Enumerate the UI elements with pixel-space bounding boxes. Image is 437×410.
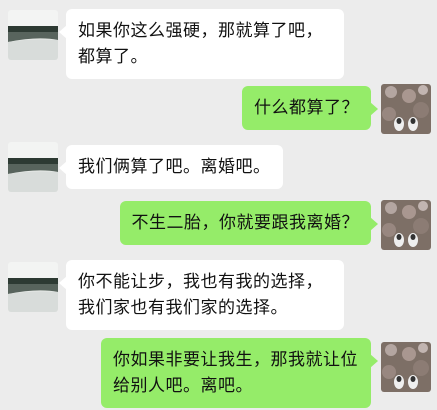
- message-text: 你不能让步，我也有我的选择，我们家也有我们家的选择。: [78, 272, 323, 318]
- message-text: 什么都算了？: [254, 98, 359, 118]
- message-bubble-sent[interactable]: 不生二胎，你就要跟我离婚？: [119, 201, 378, 245]
- message-text: 如果你这么强硬，那就算了吧，都算了。: [78, 21, 323, 67]
- chat-window: 如果你这么强硬，那就算了吧，都算了。 什么都算了？ 我们俩算了吧。离婚吧。 不生…: [0, 0, 437, 410]
- message-bubble-received[interactable]: 如果你这么强硬，那就算了吧，都算了。: [59, 9, 344, 79]
- landscape-avatar[interactable]: [8, 262, 58, 312]
- shoes-on-flowers-avatar[interactable]: [381, 84, 431, 134]
- landscape-avatar[interactable]: [8, 142, 58, 192]
- shoes-on-flowers-avatar[interactable]: [381, 342, 431, 392]
- shoes-on-flowers-avatar[interactable]: [381, 200, 431, 250]
- message-bubble-received[interactable]: 我们俩算了吧。离婚吧。: [59, 145, 283, 189]
- message-bubble-sent[interactable]: 什么都算了？: [242, 86, 378, 130]
- message-text: 不生二胎，你就要跟我离婚？: [131, 213, 359, 233]
- message-bubble-sent[interactable]: 你如果非要让我生，那我就让位给别人吧。离吧。: [101, 338, 378, 408]
- message-bubble-received[interactable]: 你不能让步，我也有我的选择，我们家也有我们家的选择。: [59, 260, 344, 330]
- message-text: 我们俩算了吧。离婚吧。: [78, 157, 271, 177]
- landscape-avatar[interactable]: [8, 10, 58, 60]
- message-text: 你如果非要让我生，那我就让位给别人吧。离吧。: [113, 350, 358, 396]
